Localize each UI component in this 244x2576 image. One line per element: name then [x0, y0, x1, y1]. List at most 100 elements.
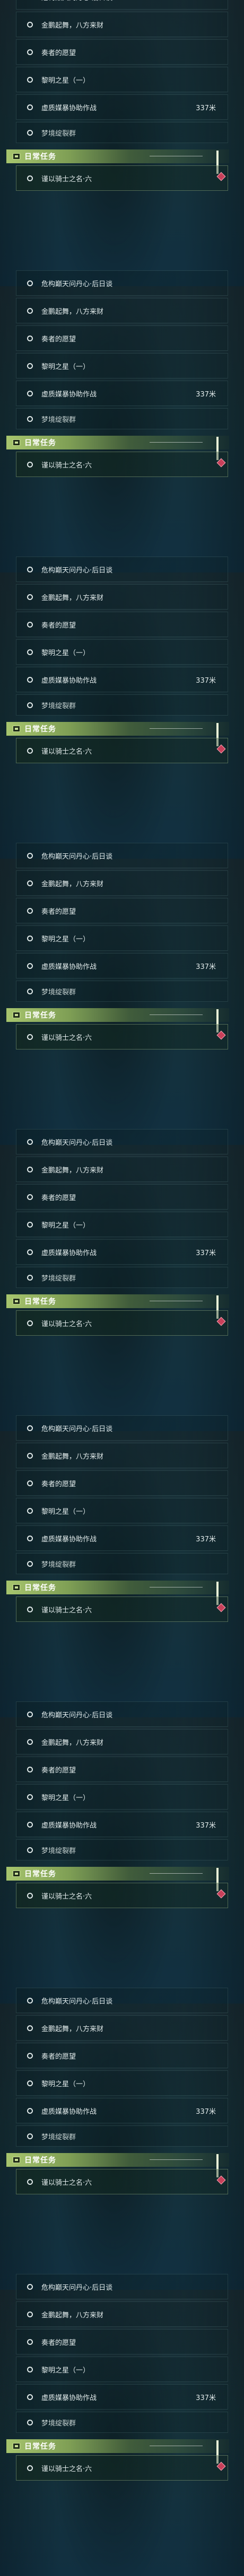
quest-item[interactable]: 危构巅天问丹心·后日谈 [16, 1129, 228, 1154]
daily-quest-item[interactable]: 谨以骑士之名·六 [16, 738, 228, 763]
quest-item[interactable]: 虚质媒暴协助作战 337米 [16, 1812, 228, 1837]
quest-item[interactable]: 奏者的愿望 [16, 898, 228, 923]
quest-item[interactable]: 梦境绽裂群 [16, 1267, 228, 1288]
daily-task-icon [13, 439, 20, 446]
quest-item[interactable]: 金鹏起舞，八方来财 [16, 870, 228, 896]
ring-icon [27, 280, 33, 286]
quest-item[interactable]: 黎明之星（一） [16, 639, 228, 665]
quest-item[interactable]: 虚质媒暴协助作战 337米 [16, 2098, 228, 2123]
quest-item[interactable]: 奏者的愿望 [16, 325, 228, 351]
ring-icon [27, 2419, 33, 2425]
quest-item[interactable]: 危构巅天问丹心·后日谈 [16, 1415, 228, 1441]
ring-icon [27, 2178, 33, 2185]
quest-title: 谨以骑士之名·六 [41, 1606, 92, 1615]
quest-item[interactable]: 黎明之星（一） [16, 1212, 228, 1237]
quest-item[interactable]: 金鹏起舞，八方来财 [16, 12, 228, 37]
ring-icon [27, 2025, 33, 2031]
category-header-daily[interactable]: 日常任务 [6, 1867, 229, 1891]
category-divider [150, 2159, 203, 2160]
quest-item[interactable]: 梦境绽裂群 [16, 981, 228, 1002]
quest-item[interactable]: 梦境绽裂群 [16, 2125, 228, 2147]
daily-quest-item[interactable]: 谨以骑士之名·六 [16, 1596, 228, 1622]
category-label: 日常任务 [24, 725, 56, 734]
daily-quest-item[interactable]: 谨以骑士之名·六 [16, 452, 228, 477]
quest-item[interactable]: 危构巅天问丹心·后日谈 [16, 0, 228, 10]
quest-item[interactable]: 虚质媒暴协助作战 337米 [16, 1239, 228, 1265]
quest-item[interactable]: 梦境绽裂群 [16, 408, 228, 429]
quest-item[interactable]: 危构巅天问丹心·后日谈 [16, 843, 228, 868]
quest-item[interactable]: 虚质媒暴协助作战 337米 [16, 667, 228, 692]
ring-icon [27, 1794, 33, 1800]
daily-quest-item[interactable]: 谨以骑士之名·六 [16, 1883, 228, 1908]
quest-item[interactable]: 金鹏起舞，八方来财 [16, 1157, 228, 1182]
quest-item[interactable]: 黎明之星（一） [16, 353, 228, 378]
quest-title: 金鹏起舞，八方来财 [41, 1739, 104, 1747]
quest-item[interactable]: 金鹏起舞，八方来财 [16, 2015, 228, 2041]
quest-item[interactable]: 黎明之星（一） [16, 925, 228, 951]
quest-item[interactable]: 黎明之星（一） [16, 1784, 228, 1810]
quest-title: 虚质媒暴协助作战 [41, 104, 97, 112]
quest-item[interactable]: 奏者的愿望 [16, 1470, 228, 1496]
quest-item[interactable]: 奏者的愿望 [16, 2329, 228, 2354]
ring-icon [27, 2366, 33, 2372]
quest-item[interactable]: 梦境绽裂群 [16, 1839, 228, 1860]
daily-quest-item[interactable]: 谨以骑士之名·六 [16, 1024, 228, 1049]
quest-title: 虚质媒暴协助作战 [41, 1821, 97, 1830]
category-header-daily[interactable]: 日常任务 [6, 2439, 229, 2464]
daily-quest-item[interactable]: 谨以骑士之名·六 [16, 2455, 228, 2481]
ring-icon [27, 1452, 33, 1459]
quest-item[interactable]: 梦境绽裂群 [16, 1553, 228, 1574]
quest-item[interactable]: 梦境绽裂群 [16, 694, 228, 716]
quest-item[interactable]: 奏者的愿望 [16, 39, 228, 65]
quest-title: 黎明之星（一） [41, 1794, 90, 1802]
quest-item[interactable]: 黎明之星（一） [16, 2357, 228, 2382]
daily-quest-item[interactable]: 谨以骑士之名·六 [16, 165, 228, 191]
quest-item[interactable]: 虚质媒暴协助作战 337米 [16, 1525, 228, 1551]
ring-icon [27, 2052, 33, 2059]
ring-icon [27, 935, 33, 941]
category-header-daily[interactable]: 日常任务 [6, 1581, 229, 1605]
quest-item[interactable]: 金鹏起舞，八方来财 [16, 1443, 228, 1468]
category-header-daily[interactable]: 日常任务 [6, 722, 229, 746]
quest-item[interactable]: 危构巅天问丹心·后日谈 [16, 1701, 228, 1727]
quest-item[interactable]: 梦境绽裂群 [16, 2412, 228, 2433]
quest-title: 虚质媒暴协助作战 [41, 963, 97, 971]
quest-title: 谨以骑士之名·六 [41, 747, 92, 756]
quest-title: 梦境绽裂群 [41, 129, 76, 138]
quest-title: 虚质媒暴协助作战 [41, 1249, 97, 1257]
quest-item[interactable]: 黎明之星（一） [16, 67, 228, 92]
quest-item[interactable]: 虚质媒暴协助作战 337米 [16, 94, 228, 120]
daily-quest-item[interactable]: 谨以骑士之名·六 [16, 1310, 228, 1336]
quest-item[interactable]: 奏者的愿望 [16, 1757, 228, 1782]
quest-item[interactable]: 金鹏起舞，八方来财 [16, 584, 228, 610]
quest-item[interactable]: 黎明之星（一） [16, 2070, 228, 2096]
quest-item[interactable]: 奏者的愿望 [16, 2043, 228, 2068]
quest-item[interactable]: 奏者的愿望 [16, 1184, 228, 1210]
quest-item[interactable]: 金鹏起舞，八方来财 [16, 1729, 228, 1754]
category-header-daily[interactable]: 日常任务 [6, 1008, 229, 1033]
quest-title: 黎明之星（一） [41, 2080, 90, 2088]
quest-title: 金鹏起舞，八方来财 [41, 594, 104, 602]
quest-item[interactable]: 金鹏起舞，八方来财 [16, 2301, 228, 2327]
ring-icon [27, 21, 33, 28]
category-header-daily[interactable]: 日常任务 [6, 1294, 229, 1319]
quest-item[interactable]: 梦境绽裂群 [16, 122, 228, 143]
quest-item[interactable]: 虚质媒暴协助作战 337米 [16, 2384, 228, 2410]
quest-distance: 337米 [196, 2394, 216, 2402]
quest-item[interactable]: 虚质媒暴协助作战 337米 [16, 381, 228, 406]
quest-item[interactable]: 危构巅天问丹心·后日谈 [16, 1988, 228, 2013]
quest-distance: 337米 [196, 1249, 216, 1257]
ring-icon [27, 2107, 33, 2114]
category-header-daily[interactable]: 日常任务 [6, 149, 229, 174]
category-header-daily[interactable]: 日常任务 [6, 436, 229, 460]
ring-icon [27, 175, 33, 181]
quest-item[interactable]: 奏者的愿望 [16, 612, 228, 637]
quest-item[interactable]: 危构巅天问丹心·后日谈 [16, 270, 228, 296]
quest-item[interactable]: 金鹏起舞，八方来财 [16, 298, 228, 323]
quest-item[interactable]: 虚质媒暴协助作战 337米 [16, 953, 228, 978]
daily-quest-item[interactable]: 谨以骑士之名·六 [16, 2169, 228, 2194]
category-header-daily[interactable]: 日常任务 [6, 2153, 229, 2177]
quest-item[interactable]: 危构巅天问丹心·后日谈 [16, 557, 228, 582]
quest-item[interactable]: 黎明之星（一） [16, 1498, 228, 1523]
quest-item[interactable]: 危构巅天问丹心·后日谈 [16, 2274, 228, 2299]
